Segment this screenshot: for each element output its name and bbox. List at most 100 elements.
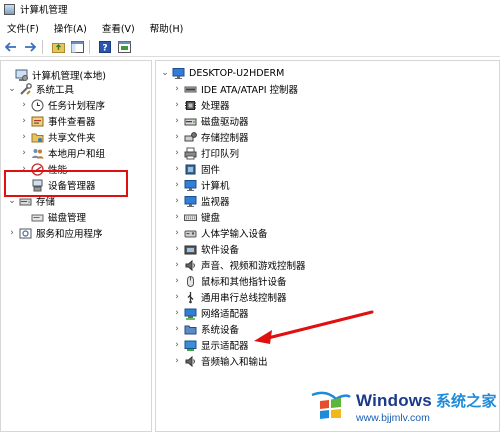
chevron-right-icon[interactable]: › [172, 337, 182, 353]
menu-action[interactable]: 操作(A) [47, 21, 95, 35]
toolbar-separator [89, 39, 90, 54]
console-tree-icon [70, 40, 84, 53]
users-icon [31, 147, 44, 160]
tree-item[interactable]: › 共享文件夹 [19, 129, 96, 145]
device-category-label: 音频输入和输出 [201, 357, 268, 368]
device-category[interactable]: › 网络适配器 [172, 305, 249, 321]
forward-button[interactable] [22, 39, 38, 55]
chevron-right-icon[interactable]: › [7, 225, 17, 241]
device-category-label: 显示适配器 [201, 341, 249, 352]
device-category[interactable]: › 键盘 [172, 209, 220, 225]
chevron-right-icon[interactable]: › [172, 273, 182, 289]
speaker-icon [184, 355, 197, 368]
chevron-down-icon[interactable]: ⌄ [160, 65, 170, 81]
back-button[interactable] [3, 39, 19, 55]
device-category[interactable]: › 处理器 [172, 97, 229, 113]
chevron-right-icon[interactable]: › [172, 257, 182, 273]
up-folder-button[interactable] [50, 39, 66, 55]
watermark: Windows 系统之家 www.bjjmlv.com [308, 383, 498, 431]
chevron-right-icon[interactable]: › [172, 305, 182, 321]
window-title: 计算机管理 [20, 5, 68, 16]
tree-item[interactable]: 磁盘管理 [19, 209, 86, 225]
windows-logo-icon [311, 391, 351, 419]
tree-item[interactable]: › 任务计划程序 [19, 97, 105, 113]
console-tree-pane[interactable]: 计算机管理(本地) ⌄ 系统工具 › 任务计划程序 › 事件查看器 › 共享文件夹 › 本地用户和组… [0, 60, 152, 432]
device-category[interactable]: › 磁盘驱动器 [172, 113, 249, 129]
device-category[interactable]: › 系统设备 [172, 321, 239, 337]
device-category-label: 网络适配器 [201, 309, 249, 320]
event-viewer-icon [31, 115, 44, 128]
show-hide-tree-button[interactable] [69, 39, 85, 55]
chevron-right-icon[interactable]: › [172, 209, 182, 225]
chevron-right-icon[interactable]: › [19, 161, 29, 177]
chevron-right-icon[interactable]: › [19, 129, 29, 145]
device-category-label: 软件设备 [201, 245, 240, 256]
device-category[interactable]: › 固件 [172, 161, 220, 177]
device-list-pane[interactable]: ⌄ DESKTOP-U2HDERM › IDE ATA/ATAPI 控制器 › 处理器 › 磁… [155, 60, 500, 432]
chevron-right-icon[interactable]: › [172, 225, 182, 241]
device-category-label: 人体学输入设备 [201, 229, 268, 240]
storage-controller-icon [184, 131, 197, 144]
display-adapter-icon [184, 339, 197, 352]
device-tree-root[interactable]: ⌄ DESKTOP-U2HDERM [160, 65, 284, 81]
menu-help[interactable]: 帮助(H) [143, 21, 192, 35]
tree-item-label: 服务和应用程序 [36, 229, 103, 240]
device-category-label: 通用串行总线控制器 [201, 293, 287, 304]
device-category[interactable]: › IDE ATA/ATAPI 控制器 [172, 81, 298, 97]
chevron-right-icon[interactable]: › [19, 145, 29, 161]
tree-item[interactable]: › 事件查看器 [19, 113, 96, 129]
chevron-right-icon[interactable]: › [172, 177, 182, 193]
tree-item-label: 共享文件夹 [48, 133, 96, 144]
chevron-right-icon[interactable]: › [172, 321, 182, 337]
performance-icon [31, 162, 44, 176]
help-button[interactable]: ? [97, 39, 113, 55]
chevron-right-icon[interactable]: › [172, 97, 182, 113]
device-category-label: 监视器 [201, 197, 230, 208]
device-category-label: 磁盘驱动器 [201, 117, 249, 128]
device-category[interactable]: › 计算机 [172, 177, 230, 193]
menu-view[interactable]: 查看(V) [95, 21, 143, 35]
toolbar: ? [0, 37, 500, 57]
tree-item[interactable]: ⌄ 存储 [7, 193, 55, 209]
chevron-right-icon[interactable]: › [172, 113, 182, 129]
chevron-right-icon[interactable]: › [172, 241, 182, 257]
chevron-right-icon[interactable]: › [172, 129, 182, 145]
usb-icon [184, 291, 197, 304]
device-category[interactable]: › 通用串行总线控制器 [172, 289, 287, 305]
tree-item-label: 计算机管理(本地) [32, 71, 106, 82]
device-category[interactable]: › 监视器 [172, 193, 230, 209]
chevron-down-icon[interactable]: ⌄ [7, 193, 17, 209]
device-category[interactable]: › 人体学输入设备 [172, 225, 268, 241]
device-category[interactable]: › 存储控制器 [172, 129, 249, 145]
device-manager-icon [31, 179, 44, 192]
menu-file[interactable]: 文件(F) [0, 21, 47, 35]
tree-item[interactable]: 设备管理器 [19, 177, 96, 193]
tree-item-label: 性能 [48, 165, 68, 176]
tree-item-label: 存储 [36, 197, 56, 208]
device-category[interactable]: › 打印队列 [172, 145, 239, 161]
chevron-right-icon[interactable]: › [172, 161, 182, 177]
device-category[interactable]: › 显示适配器 [172, 337, 249, 353]
device-category-label: IDE ATA/ATAPI 控制器 [201, 85, 299, 96]
chevron-down-icon[interactable]: ⌄ [7, 81, 17, 97]
device-category[interactable]: › 鼠标和其他指针设备 [172, 273, 287, 289]
device-category[interactable]: › 音频输入和输出 [172, 353, 268, 369]
chevron-right-icon[interactable]: › [172, 289, 182, 305]
properties-button[interactable] [116, 39, 132, 55]
computer-manage-icon [15, 69, 28, 82]
chevron-right-icon[interactable]: › [19, 113, 29, 129]
tree-item[interactable]: ⌄ 系统工具 [7, 81, 74, 97]
chevron-right-icon[interactable]: › [172, 353, 182, 369]
chevron-right-icon[interactable]: › [172, 81, 182, 97]
chevron-right-icon[interactable]: › [19, 97, 29, 113]
device-category[interactable]: › 声音、视频和游戏控制器 [172, 257, 306, 273]
tree-item[interactable]: › 本地用户和组 [19, 145, 105, 161]
device-category[interactable]: › 软件设备 [172, 241, 239, 257]
watermark-brand: Windows [356, 391, 432, 410]
chevron-right-icon[interactable]: › [172, 193, 182, 209]
tools-icon [19, 82, 32, 96]
svg-text:?: ? [102, 43, 107, 53]
tree-item[interactable]: › 性能 [19, 161, 67, 177]
tree-item[interactable]: › 服务和应用程序 [7, 225, 103, 241]
chevron-right-icon[interactable]: › [172, 145, 182, 161]
